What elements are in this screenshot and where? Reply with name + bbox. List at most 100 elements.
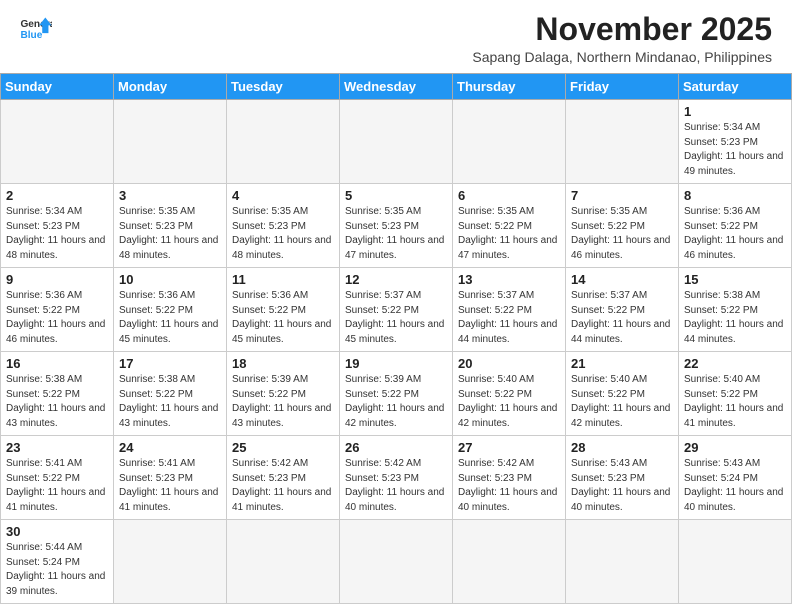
calendar-day-cell: 3 Sunrise: 5:35 AMSunset: 5:23 PMDaylight… — [114, 184, 227, 268]
day-number: 25 — [232, 440, 334, 455]
calendar-day-cell — [1, 100, 114, 184]
day-number: 3 — [119, 188, 221, 203]
calendar-day-cell: 24 Sunrise: 5:41 AMSunset: 5:23 PMDayligh… — [114, 436, 227, 520]
day-info: Sunrise: 5:39 AMSunset: 5:22 PMDaylight:… — [345, 373, 447, 431]
day-of-week-header: Tuesday — [227, 74, 340, 100]
calendar-day-cell: 29 Sunrise: 5:43 AMSunset: 5:24 PMDayligh… — [679, 436, 792, 520]
day-info: Sunrise: 5:36 AMSunset: 5:22 PMDaylight:… — [232, 289, 334, 347]
calendar-day-cell — [227, 520, 340, 604]
day-number: 6 — [458, 188, 560, 203]
day-info: Sunrise: 5:43 AMSunset: 5:24 PMDaylight:… — [684, 457, 786, 515]
calendar-day-cell — [453, 520, 566, 604]
day-info: Sunrise: 5:42 AMSunset: 5:23 PMDaylight:… — [458, 457, 560, 515]
calendar-day-cell — [340, 100, 453, 184]
calendar-day-cell: 6Sunrise: 5:35 AMSunset: 5:22 PMDaylight… — [453, 184, 566, 268]
day-info: Sunrise: 5:36 AMSunset: 5:22 PMDaylight:… — [684, 205, 786, 263]
day-number: 15 — [684, 272, 786, 287]
day-info: Sunrise: 5:44 AMSunset: 5:24 PMDaylight:… — [6, 541, 108, 599]
day-info: Sunrise: 5:43 AMSunset: 5:23 PMDaylight:… — [571, 457, 673, 515]
calendar-day-cell: 30 Sunrise: 5:44 AMSunset: 5:24 PMDayligh… — [1, 520, 114, 604]
day-of-week-header: Saturday — [679, 74, 792, 100]
day-number: 19 — [345, 356, 447, 371]
day-info: Sunrise: 5:37 AMSunset: 5:22 PMDaylight:… — [345, 289, 447, 347]
day-number: 20 — [458, 356, 560, 371]
calendar-day-cell: 17 Sunrise: 5:38 AMSunset: 5:22 PMDayligh… — [114, 352, 227, 436]
day-info: Sunrise: 5:40 AMSunset: 5:22 PMDaylight:… — [684, 373, 786, 431]
calendar-day-cell: 2Sunrise: 5:34 AMSunset: 5:23 PMDaylight… — [1, 184, 114, 268]
day-info: Sunrise: 5:35 AMSunset: 5:23 PMDaylight:… — [119, 205, 221, 263]
day-number: 12 — [345, 272, 447, 287]
day-number: 29 — [684, 440, 786, 455]
day-number: 4 — [232, 188, 334, 203]
calendar-day-cell: 10 Sunrise: 5:36 AMSunset: 5:22 PMDayligh… — [114, 268, 227, 352]
day-of-week-header: Monday — [114, 74, 227, 100]
day-info: Sunrise: 5:37 AMSunset: 5:22 PMDaylight:… — [571, 289, 673, 347]
calendar-day-cell: 23 Sunrise: 5:41 AMSunset: 5:22 PMDayligh… — [1, 436, 114, 520]
calendar-day-cell — [679, 520, 792, 604]
location-subtitle: Sapang Dalaga, Northern Mindanao, Philip… — [472, 49, 772, 65]
day-number: 16 — [6, 356, 108, 371]
day-of-week-header: Friday — [566, 74, 679, 100]
day-number: 5 — [345, 188, 447, 203]
day-info: Sunrise: 5:38 AMSunset: 5:22 PMDaylight:… — [684, 289, 786, 347]
day-info: Sunrise: 5:36 AMSunset: 5:22 PMDaylight:… — [119, 289, 221, 347]
logo-icon: General Blue — [20, 16, 52, 44]
day-number: 13 — [458, 272, 560, 287]
calendar-week-row: 16 Sunrise: 5:38 AMSunset: 5:22 PMDayligh… — [1, 352, 792, 436]
day-number: 17 — [119, 356, 221, 371]
title-block: November 2025 Sapang Dalaga, Northern Mi… — [472, 12, 772, 65]
day-number: 2 — [6, 188, 108, 203]
calendar-header-row: SundayMondayTuesdayWednesdayThursdayFrid… — [1, 74, 792, 100]
day-number: 26 — [345, 440, 447, 455]
calendar-day-cell: 14Sunrise: 5:37 AMSunset: 5:22 PMDayligh… — [566, 268, 679, 352]
calendar-day-cell: 11Sunrise: 5:36 AMSunset: 5:22 PMDayligh… — [227, 268, 340, 352]
calendar-week-row: 9 Sunrise: 5:36 AMSunset: 5:22 PMDaylight… — [1, 268, 792, 352]
day-info: Sunrise: 5:37 AMSunset: 5:22 PMDaylight:… — [458, 289, 560, 347]
calendar-day-cell: 25 Sunrise: 5:42 AMSunset: 5:23 PMDayligh… — [227, 436, 340, 520]
day-info: Sunrise: 5:36 AMSunset: 5:22 PMDaylight:… — [6, 289, 108, 347]
calendar-table: SundayMondayTuesdayWednesdayThursdayFrid… — [0, 73, 792, 604]
day-info: Sunrise: 5:38 AMSunset: 5:22 PMDaylight:… — [6, 373, 108, 431]
calendar-day-cell — [453, 100, 566, 184]
month-title: November 2025 — [472, 12, 772, 47]
day-number: 23 — [6, 440, 108, 455]
calendar-day-cell — [114, 520, 227, 604]
logo: General Blue — [20, 16, 52, 44]
calendar-day-cell: 5 Sunrise: 5:35 AMSunset: 5:23 PMDaylight… — [340, 184, 453, 268]
calendar-day-cell: 19 Sunrise: 5:39 AMSunset: 5:22 PMDayligh… — [340, 352, 453, 436]
day-number: 24 — [119, 440, 221, 455]
day-number: 21 — [571, 356, 673, 371]
day-number: 28 — [571, 440, 673, 455]
calendar-day-cell: 22Sunrise: 5:40 AMSunset: 5:22 PMDayligh… — [679, 352, 792, 436]
day-of-week-header: Sunday — [1, 74, 114, 100]
calendar-day-cell: 9 Sunrise: 5:36 AMSunset: 5:22 PMDaylight… — [1, 268, 114, 352]
svg-text:Blue: Blue — [20, 30, 42, 41]
day-info: Sunrise: 5:42 AMSunset: 5:23 PMDaylight:… — [232, 457, 334, 515]
day-info: Sunrise: 5:35 AMSunset: 5:23 PMDaylight:… — [345, 205, 447, 263]
calendar-day-cell — [114, 100, 227, 184]
calendar-day-cell — [340, 520, 453, 604]
day-of-week-header: Thursday — [453, 74, 566, 100]
calendar-day-cell: 4 Sunrise: 5:35 AMSunset: 5:23 PMDaylight… — [227, 184, 340, 268]
day-info: Sunrise: 5:38 AMSunset: 5:22 PMDaylight:… — [119, 373, 221, 431]
day-number: 27 — [458, 440, 560, 455]
calendar-day-cell: 21Sunrise: 5:40 AMSunset: 5:22 PMDayligh… — [566, 352, 679, 436]
day-number: 30 — [6, 524, 108, 539]
calendar-day-cell: 13 Sunrise: 5:37 AMSunset: 5:22 PMDayligh… — [453, 268, 566, 352]
day-info: Sunrise: 5:41 AMSunset: 5:22 PMDaylight:… — [6, 457, 108, 515]
day-number: 9 — [6, 272, 108, 287]
day-number: 1 — [684, 104, 786, 119]
day-of-week-header: Wednesday — [340, 74, 453, 100]
calendar-day-cell — [227, 100, 340, 184]
calendar-week-row: 2Sunrise: 5:34 AMSunset: 5:23 PMDaylight… — [1, 184, 792, 268]
day-info: Sunrise: 5:35 AMSunset: 5:23 PMDaylight:… — [232, 205, 334, 263]
calendar-day-cell: 28 Sunrise: 5:43 AMSunset: 5:23 PMDayligh… — [566, 436, 679, 520]
calendar-day-cell: 26Sunrise: 5:42 AMSunset: 5:23 PMDayligh… — [340, 436, 453, 520]
day-number: 10 — [119, 272, 221, 287]
day-info: Sunrise: 5:41 AMSunset: 5:23 PMDaylight:… — [119, 457, 221, 515]
day-info: Sunrise: 5:40 AMSunset: 5:22 PMDaylight:… — [458, 373, 560, 431]
calendar-day-cell — [566, 100, 679, 184]
calendar-week-row: 1Sunrise: 5:34 AMSunset: 5:23 PMDaylight… — [1, 100, 792, 184]
calendar-day-cell — [566, 520, 679, 604]
page-header: General Blue November 2025 Sapang Dalaga… — [0, 0, 792, 69]
